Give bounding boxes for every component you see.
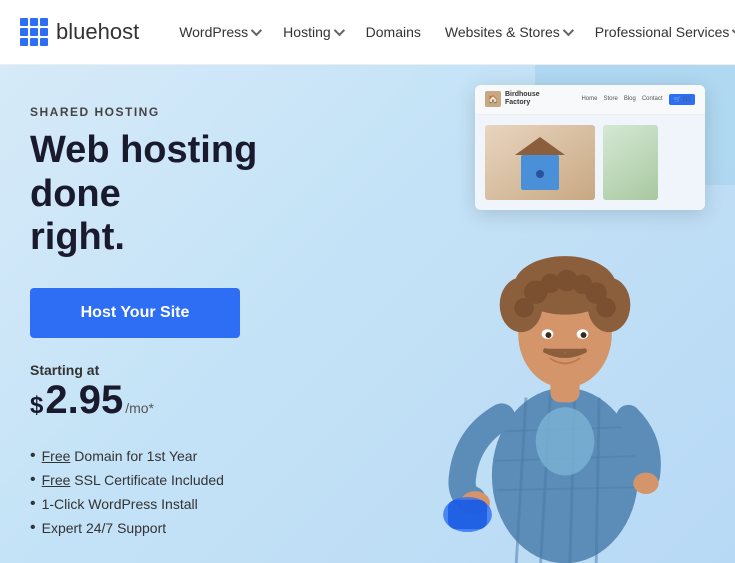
price-suffix: /mo* [125, 400, 154, 416]
logo-grid-icon [20, 18, 48, 46]
host-your-site-button[interactable]: Host Your Site [30, 288, 240, 338]
main-nav: WordPress Hosting Domains Websites & Sto… [169, 16, 735, 48]
feature-item-wordpress: 1-Click WordPress Install [30, 495, 350, 513]
hero-label: SHARED HOSTING [30, 105, 350, 119]
header: bluehost WordPress Hosting Domains Websi… [0, 0, 735, 65]
hero-section: SHARED HOSTING Web hosting done right. H… [0, 65, 735, 563]
product-image-side [603, 125, 658, 200]
pricing-block: Starting at $ 2.95 /mo* [30, 362, 350, 423]
website-card-nav: Home Store Blog Contact 🛒 (1) [581, 94, 695, 105]
nav-item-domains[interactable]: Domains [356, 16, 431, 48]
price-dollar: $ [30, 392, 43, 420]
feature-item-ssl: Free SSL Certificate Included [30, 471, 350, 489]
free-domain-link[interactable]: Free [42, 448, 71, 464]
cart-icon: 🛒 (1) [669, 94, 695, 105]
birdhouse-illustration [515, 135, 565, 190]
logo-text: bluehost [56, 19, 139, 45]
nav-home: Home [581, 96, 597, 102]
website-card-body [475, 115, 705, 210]
nav-item-professional-services[interactable]: Professional Services [585, 16, 735, 48]
feature-item-support: Expert 24/7 Support [30, 519, 350, 537]
product-image-main [485, 125, 595, 200]
feature-item-domain: Free Domain for 1st Year [30, 447, 350, 465]
logo[interactable]: bluehost [20, 18, 139, 46]
price-number: 2.95 [45, 378, 123, 423]
hero-person-illustration [435, 183, 695, 563]
nav-store: Store [603, 96, 617, 102]
free-ssl-link[interactable]: Free [42, 472, 71, 488]
website-card-logo: 🏠 Birdhouse Factory [485, 91, 540, 108]
nav-contact: Contact [642, 96, 663, 102]
website-card-bar: 🏠 Birdhouse Factory Home Store Blog Cont… [475, 85, 705, 115]
nav-item-websites[interactable]: Websites & Stores [435, 16, 581, 48]
pricing-amount: $ 2.95 /mo* [30, 378, 350, 423]
features-list: Free Domain for 1st Year Free SSL Certif… [30, 447, 350, 537]
nav-blog: Blog [624, 96, 636, 102]
chevron-down-icon [333, 25, 344, 36]
website-card-mockup: 🏠 Birdhouse Factory Home Store Blog Cont… [475, 85, 705, 210]
nav-item-hosting[interactable]: Hosting [273, 16, 351, 48]
birdhouse-logo-icon: 🏠 [485, 91, 501, 107]
hero-content: SHARED HOSTING Web hosting done right. H… [30, 105, 350, 537]
chevron-down-icon [251, 25, 262, 36]
website-card-brand-name: Birdhouse Factory [505, 91, 540, 108]
hero-title: Web hosting done right. [30, 129, 350, 260]
nav-item-wordpress[interactable]: WordPress [169, 16, 269, 48]
pricing-label: Starting at [30, 362, 350, 378]
chevron-down-icon [563, 25, 574, 36]
